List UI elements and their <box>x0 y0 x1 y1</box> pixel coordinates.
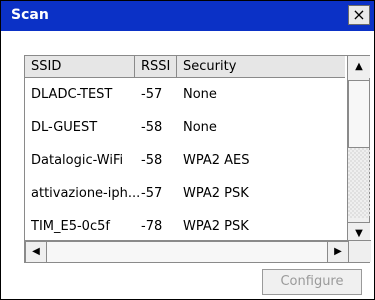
table-row[interactable]: DLADC-TEST -57 None <box>25 78 345 111</box>
table-row[interactable]: Datalogic-WiFi -58 WPA2 AES <box>25 144 345 177</box>
list-header: SSID RSSI Security <box>25 56 345 78</box>
rssi-cell: -78 <box>141 219 163 234</box>
vertical-scroll-thumb[interactable] <box>348 80 370 148</box>
vertical-scroll-track[interactable] <box>348 148 370 218</box>
scroll-left-button[interactable]: ◀ <box>25 241 47 263</box>
ssid-cell: TIM_E5-0c5f <box>31 219 110 234</box>
rssi-cell: -57 <box>141 87 163 102</box>
ssid-cell: Datalogic-WiFi <box>31 153 124 168</box>
list-rows: DLADC-TEST -57 None DL-GUEST -58 None Da… <box>25 78 345 244</box>
table-row[interactable]: attivazione-iph... -57 WPA2 PSK <box>25 177 345 210</box>
scan-window: Scan × SSID RSSI Security DLADC-TEST -57… <box>0 0 375 300</box>
scroll-right-button[interactable]: ▶ <box>327 241 349 263</box>
table-row[interactable]: DL-GUEST -58 None <box>25 111 345 144</box>
network-list[interactable]: SSID RSSI Security DLADC-TEST -57 None D… <box>24 55 371 263</box>
column-header-ssid[interactable]: SSID <box>25 56 135 77</box>
configure-button[interactable]: Configure <box>262 269 362 295</box>
window-title: Scan <box>11 7 49 23</box>
ssid-cell: DL-GUEST <box>31 120 98 135</box>
security-cell: WPA2 PSK <box>183 219 249 234</box>
rssi-cell: -57 <box>141 186 163 201</box>
security-cell: None <box>183 120 217 135</box>
horizontal-scroll-thumb[interactable] <box>47 241 327 263</box>
security-cell: WPA2 PSK <box>183 186 249 201</box>
security-cell: None <box>183 87 217 102</box>
column-header-rssi[interactable]: RSSI <box>135 56 177 77</box>
ssid-cell: attivazione-iph... <box>31 186 139 201</box>
horizontal-scrollbar[interactable]: ◀ ▶ <box>25 240 371 263</box>
title-bar: Scan × <box>1 1 374 31</box>
vertical-scrollbar[interactable]: ▲ ▼ <box>347 56 370 244</box>
ssid-cell: DLADC-TEST <box>31 87 113 102</box>
rssi-cell: -58 <box>141 120 163 135</box>
column-header-security[interactable]: Security <box>177 56 345 77</box>
close-button[interactable]: × <box>348 5 370 25</box>
security-cell: WPA2 AES <box>183 153 250 168</box>
scroll-up-button[interactable]: ▲ <box>348 56 370 78</box>
rssi-cell: -58 <box>141 153 163 168</box>
table-row[interactable]: TIM_E5-0c5f -78 WPA2 PSK <box>25 210 345 243</box>
